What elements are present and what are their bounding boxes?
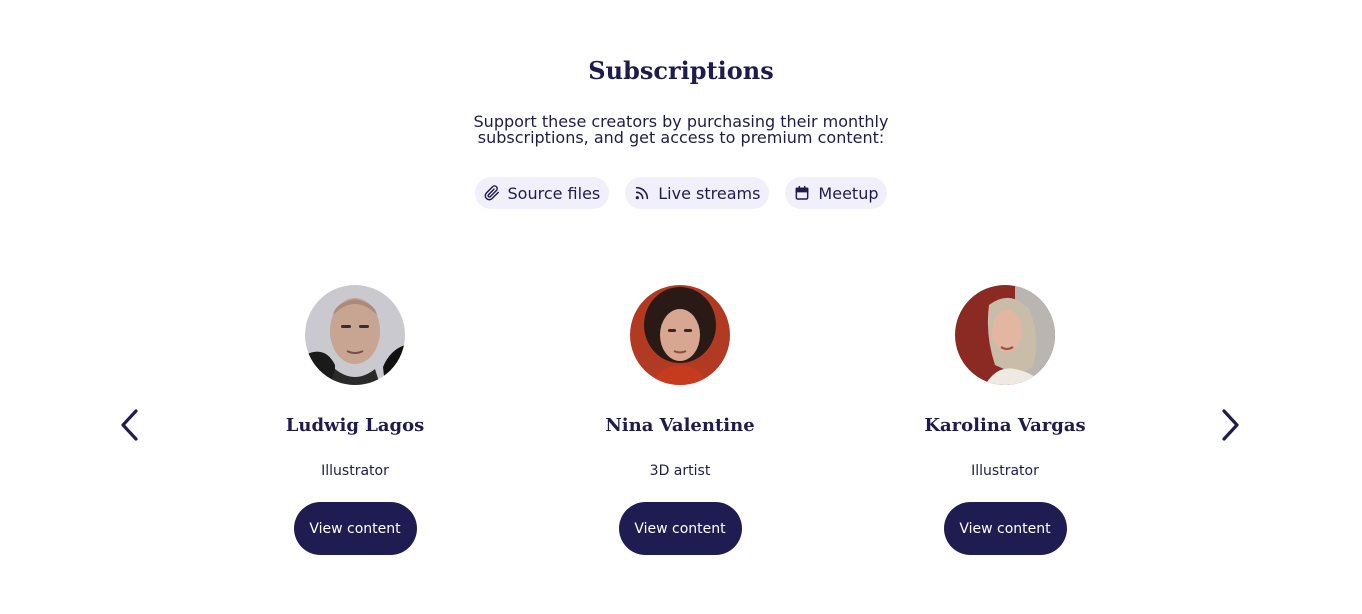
feature-chip-label: Meetup	[818, 183, 879, 203]
feature-chip-live-streams: Live streams	[625, 177, 770, 209]
chevron-right-icon	[1222, 409, 1239, 441]
creator-card: Karolina Vargas Illustrator View content	[885, 285, 1125, 555]
creator-card: Ludwig Lagos Illustrator View content	[235, 285, 475, 555]
feature-chip-source-files: Source files	[474, 177, 610, 209]
feature-chips: Source files Live streams Meetup	[0, 177, 1362, 209]
avatar	[955, 285, 1055, 385]
carousel-next-button[interactable]	[1215, 407, 1245, 443]
creator-name: Nina Valentine	[605, 415, 755, 436]
feature-chip-label: Source files	[507, 183, 601, 203]
creator-role: Illustrator	[321, 463, 389, 479]
view-content-button[interactable]: View content	[943, 502, 1067, 555]
creator-role: 3D artist	[649, 463, 711, 479]
creator-name: Ludwig Lagos	[285, 415, 425, 436]
chevron-left-icon	[121, 409, 138, 441]
creator-role: Illustrator	[971, 463, 1039, 479]
feature-chip-meetup: Meetup	[785, 177, 888, 209]
avatar	[630, 285, 730, 385]
page-subtitle: Support these creators by purchasing the…	[473, 112, 889, 147]
creator-card: Nina Valentine 3D artist View content	[560, 285, 800, 555]
feature-chip-label: Live streams	[658, 183, 761, 203]
avatar	[305, 285, 405, 385]
paperclip-icon	[484, 185, 500, 201]
creator-name: Karolina Vargas	[924, 415, 1086, 436]
view-content-button[interactable]: View content	[293, 502, 417, 555]
page-title: Subscriptions	[588, 56, 774, 85]
rss-icon	[634, 185, 650, 201]
carousel-prev-button[interactable]	[115, 407, 145, 443]
calendar-icon	[794, 185, 810, 201]
view-content-button[interactable]: View content	[618, 502, 742, 555]
